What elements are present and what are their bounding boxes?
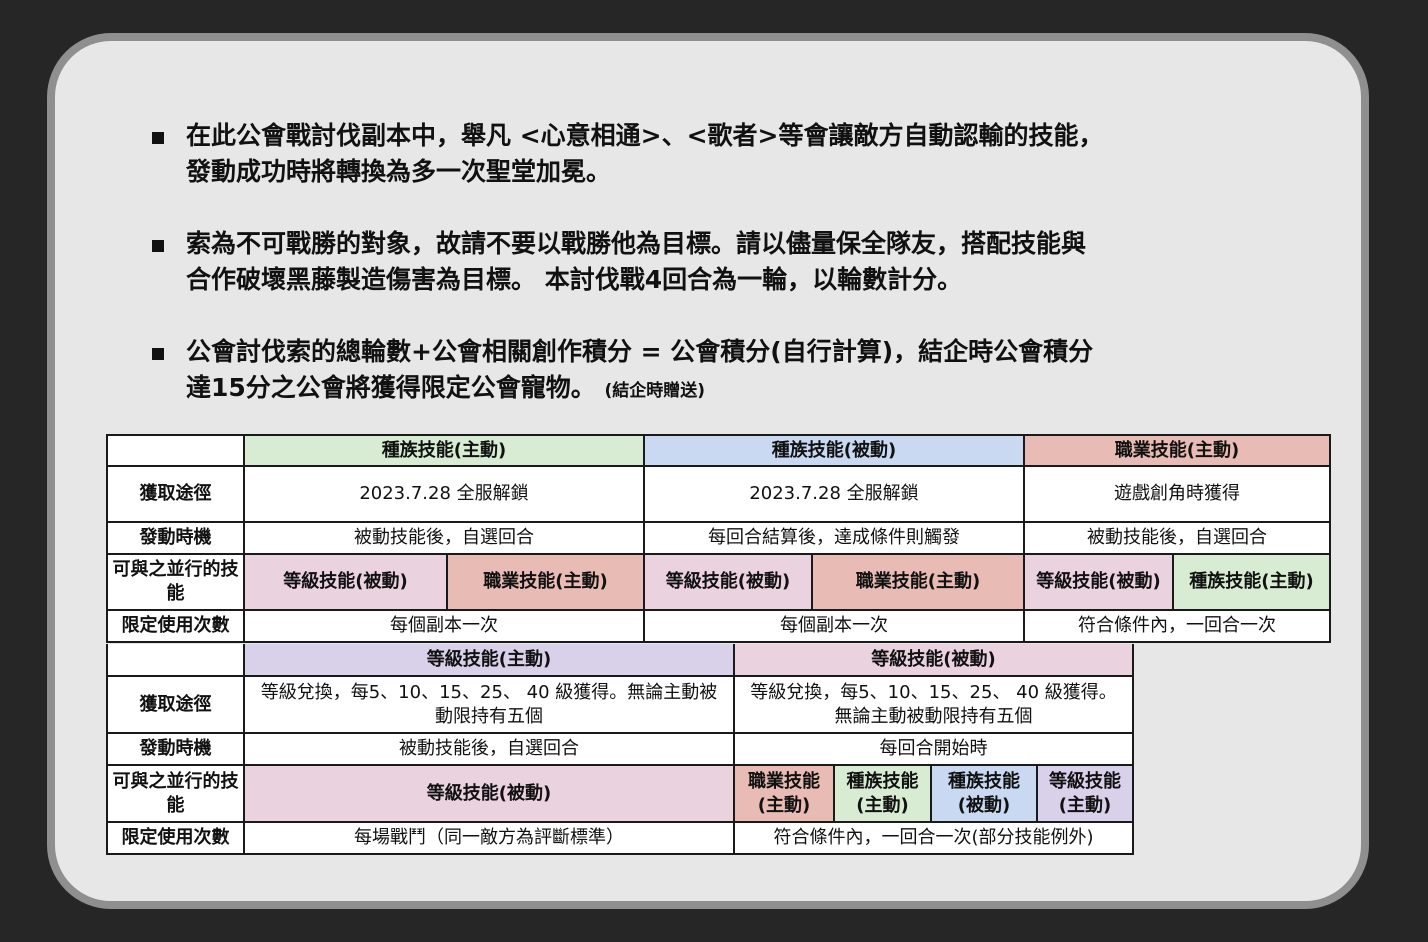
rules-list: 在此公會戰討伐副本中，舉凡 <心意相通>、<歌者>等會讓敵方自動認輸的技能， 發…: [150, 118, 1320, 445]
cell-limit: 每個副本一次: [643, 609, 1025, 643]
cell-parallel: 等級技能(被動): [1023, 553, 1174, 611]
square-bullet-icon: [152, 132, 164, 144]
cell-parallel: 等級技能(被動): [643, 553, 813, 611]
cell-acquire: 遊戲創角時獲得: [1023, 465, 1331, 523]
row-label-timing: 發動時機: [106, 732, 245, 766]
cell-limit: 符合條件內，一回合一次: [1023, 609, 1331, 643]
cell-timing: 被動技能後，自選回合: [1023, 521, 1331, 555]
row-label-limit: 限定使用次數: [106, 821, 245, 855]
cell-parallel: 職業技能(主動): [446, 553, 645, 611]
rule-line: 發動成功時將轉換為多一次聖堂加冕。: [186, 157, 612, 186]
cell-limit: 每個副本一次: [243, 609, 645, 643]
rule-line: 合作破壞黑藤製造傷害為目標。 本討伐戰4回合為一輪，以輪數計分。: [186, 265, 963, 294]
cell-parallel: 種族技能(主動): [1172, 553, 1331, 611]
row-label-limit: 限定使用次數: [106, 609, 245, 643]
rule-line-text: 達15分之公會將獲得限定公會寵物。: [186, 373, 596, 402]
cell-acquire: 2023.7.28 全服解鎖: [243, 465, 645, 523]
skill-table-race-job: 種族技能(主動) 種族技能(被動) 職業技能(主動) 獲取途徑 2023.7.2…: [106, 434, 1331, 643]
cell-parallel: 職業技能(主動): [811, 553, 1025, 611]
row-label-parallel: 可與之並行的技能: [106, 553, 245, 611]
rule-note: (結企時贈送): [604, 381, 706, 401]
cell-acquire: 等級兌換，每5、10、15、25、 40 級獲得。無論主動被動限持有五個: [243, 675, 735, 734]
rule-item: 在此公會戰討伐副本中，舉凡 <心意相通>、<歌者>等會讓敵方自動認輸的技能， 發…: [150, 118, 1320, 190]
square-bullet-icon: [152, 348, 164, 360]
cell-parallel: 職業技能(主動): [733, 764, 835, 823]
header-level-passive: 等級技能(被動): [733, 644, 1134, 677]
cell-timing: 被動技能後，自選回合: [243, 521, 645, 555]
rule-line: 索為不可戰勝的對象，故請不要以戰勝他為目標。請以儘量保全隊友，搭配技能與: [186, 229, 1087, 258]
cell-timing: 被動技能後，自選回合: [243, 732, 735, 766]
corner-cell: [106, 644, 245, 677]
corner-cell: [106, 434, 245, 467]
row-label-parallel: 可與之並行的技能: [106, 764, 245, 823]
cell-acquire: 等級兌換，每5、10、15、25、 40 級獲得。無論主動被動限持有五個: [733, 675, 1134, 734]
skill-table-level: 等級技能(主動) 等級技能(被動) 獲取途徑 等級兌換，每5、10、15、25、…: [106, 644, 1134, 855]
rule-item: 索為不可戰勝的對象，故請不要以戰勝他為目標。請以儘量保全隊友，搭配技能與 合作破…: [150, 226, 1320, 298]
square-bullet-icon: [152, 240, 164, 252]
cell-acquire: 2023.7.28 全服解鎖: [643, 465, 1025, 523]
cell-limit: 符合條件內，一回合一次(部分技能例外): [733, 821, 1134, 855]
rule-item: 公會討伐索的總輪數+公會相關創作積分 = 公會積分(自行計算)，結企時公會積分 …: [150, 334, 1320, 409]
cell-parallel: 種族技能(主動): [833, 764, 932, 823]
cell-parallel: 等級技能(被動): [243, 553, 448, 611]
cell-limit: 每場戰鬥（同一敵方為評斷標準）: [243, 821, 735, 855]
cell-timing: 每回合開始時: [733, 732, 1134, 766]
header-job-active: 職業技能(主動): [1023, 434, 1331, 467]
rule-line: 達15分之公會將獲得限定公會寵物。 (結企時贈送): [186, 370, 1320, 409]
header-level-active: 等級技能(主動): [243, 644, 735, 677]
cell-parallel: 種族技能(被動): [930, 764, 1038, 823]
header-race-active: 種族技能(主動): [243, 434, 645, 467]
row-label-acquire: 獲取途徑: [106, 675, 245, 734]
cell-parallel: 等級技能(被動): [243, 764, 735, 823]
cell-timing: 每回合結算後，達成條件則觸發: [643, 521, 1025, 555]
row-label-timing: 發動時機: [106, 521, 245, 555]
rule-line: 公會討伐索的總輪數+公會相關創作積分 = 公會積分(自行計算)，結企時公會積分: [186, 337, 1094, 366]
rule-line: 在此公會戰討伐副本中，舉凡 <心意相通>、<歌者>等會讓敵方自動認輸的技能，: [186, 121, 1104, 150]
header-race-passive: 種族技能(被動): [643, 434, 1025, 467]
cell-parallel: 等級技能(主動): [1036, 764, 1134, 823]
row-label-acquire: 獲取途徑: [106, 465, 245, 523]
